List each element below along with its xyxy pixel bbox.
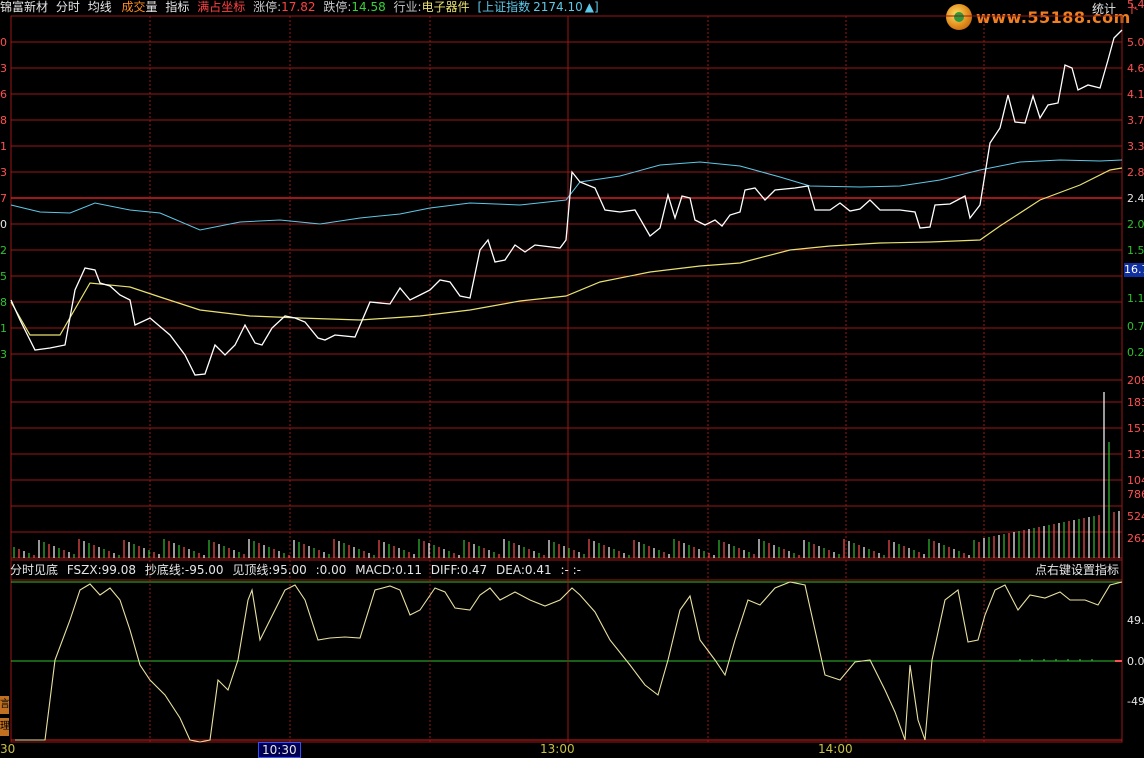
price-axis-right-label: 1.1	[1127, 292, 1144, 305]
indicator-jianding: 见顶线:95.00	[232, 563, 307, 577]
time-label-1400: 14:00	[818, 742, 853, 756]
price-axis-left-label: 6	[0, 88, 7, 101]
average-line	[10, 167, 1123, 336]
time-label-1300: 13:00	[540, 742, 575, 756]
price-axis-left-label: 1	[0, 322, 7, 335]
indicator-axis-label: 49.	[1127, 614, 1144, 627]
price-axis-right-label: 3.3	[1127, 140, 1144, 153]
price-axis-right-label: 2.0	[1127, 218, 1144, 231]
volume-value-tag: 16.7	[1124, 263, 1144, 277]
price-axis-right-label: 5.4	[1127, 0, 1144, 11]
volume-axis-label: 786	[1127, 488, 1144, 501]
index-line	[10, 159, 1123, 231]
indicator-title[interactable]: 分时见底	[10, 563, 58, 577]
volume-axis-label: 131	[1127, 448, 1144, 461]
indicator-extra: :- :-	[560, 563, 582, 577]
side-tab-1[interactable]: 言	[0, 696, 9, 714]
intraday-chart[interactable]: 5.4 5.0 4.6 4.1 3.7 3.3 2.8 2.4 2.0 1.5 1.1 0.7 0.2 0…	[0, 0, 1144, 758]
price-axis-left-label: 0	[0, 218, 7, 231]
volume-axis-label: 104	[1127, 474, 1144, 487]
side-tab-2[interactable]: 理	[0, 718, 9, 736]
volume-axis-label: 183	[1127, 396, 1144, 409]
price-axis-right-label: 0.2	[1127, 346, 1144, 359]
price-axis-left-label: 3	[0, 166, 7, 179]
chart-frame	[10, 15, 1123, 743]
price-axis-right-label: 2.8	[1127, 166, 1144, 179]
price-axis-right-label: 2.4	[1127, 192, 1144, 205]
volume-axis-label: 157	[1127, 422, 1144, 435]
price-axis-left-label: 8	[0, 296, 7, 309]
price-axis-left-label: 7	[0, 192, 7, 205]
volume-axis-label: 209	[1127, 374, 1144, 387]
time-axis: 30 10:30 13:00 14:00	[0, 742, 1144, 758]
price-axis-right-label: 3.7	[1127, 114, 1144, 127]
price-axis-right-label: 5.0	[1127, 36, 1144, 49]
price-axis-left-label: 0	[0, 36, 7, 49]
price-line	[10, 29, 1123, 376]
indicator-dea: DEA:0.41	[496, 563, 552, 577]
indicator-axis-label: 0.0	[1127, 655, 1144, 668]
volume-axis-label: 524	[1127, 510, 1144, 523]
volume-axis-label: 262	[1127, 532, 1144, 545]
price-axis-right-label: 4.1	[1127, 88, 1144, 101]
indicator-macd: MACD:0.11	[355, 563, 422, 577]
indicator-chaodi: 抄底线:-95.00	[144, 563, 224, 577]
price-axis-left-label: 3	[0, 348, 7, 361]
indicator-header: 分时见底 FSZX:99.08 抄底线:-95.00 见顶线:95.00 :0.…	[0, 562, 1144, 578]
indicator-fszx: FSZX:99.08	[66, 563, 136, 577]
indicator-axis-label: -49	[1127, 695, 1144, 708]
indicator-zero: :0.00	[315, 563, 347, 577]
price-axis-left-label: 8	[0, 114, 7, 127]
price-axis-right-label: 1.5	[1127, 244, 1144, 257]
indicator-settings-hint[interactable]: 点右键设置指标	[1035, 562, 1119, 578]
time-label-open: 30	[0, 742, 16, 756]
price-axis-left-label: 3	[0, 62, 7, 75]
price-axis-right-label: 0.7	[1127, 320, 1144, 333]
price-axis-left-label: 1	[0, 140, 7, 153]
price-axis-left-label: 2	[0, 244, 7, 257]
time-label-1030: 10:30	[258, 742, 301, 758]
price-axis-right-label: 4.6	[1127, 62, 1144, 75]
price-axis-left-label: 5	[0, 270, 7, 283]
indicator-diff: DIFF:0.47	[430, 563, 488, 577]
